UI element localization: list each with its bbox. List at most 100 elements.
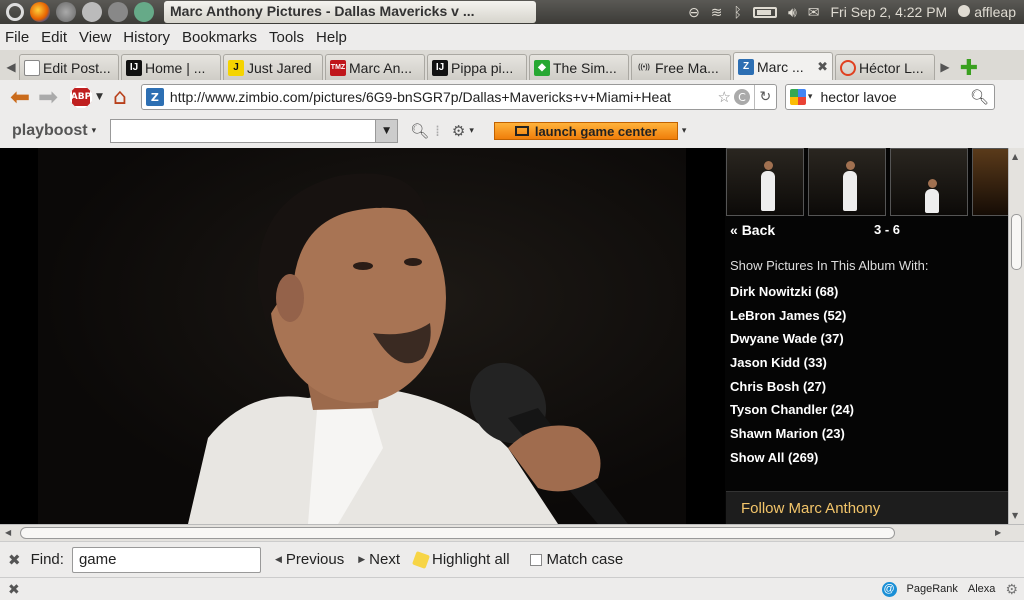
launch-game-center-button[interactable]: launch game center (493, 122, 678, 140)
app-launcher-icon[interactable] (56, 2, 76, 22)
match-case-checkbox[interactable] (529, 553, 542, 566)
sims-icon: ◆ (534, 59, 550, 76)
mail-icon[interactable]: ✉ (808, 4, 820, 21)
status-bar: ✖ @ PageRank Alexa ⚙ (0, 577, 1024, 600)
find-previous-button[interactable]: ◀ Previous (275, 551, 344, 568)
clock[interactable]: Fri Sep 2, 4:22 PM (831, 4, 948, 20)
album-filter-item[interactable]: Shawn Marion (23) (730, 426, 854, 450)
scroll-up-icon[interactable]: ▲ (1012, 152, 1018, 161)
thumbnail[interactable] (972, 148, 1008, 216)
window-title[interactable]: Marc Anthony Pictures - Dallas Mavericks… (164, 1, 536, 23)
tab-edit-post[interactable]: Edit Post... (19, 54, 119, 80)
match-case-label[interactable]: Match case (547, 551, 624, 568)
editor-icon[interactable] (79, 0, 105, 25)
tab-scroll-left-icon[interactable]: ◀ (3, 54, 19, 80)
gear-icon[interactable]: ⚙ (452, 122, 465, 140)
home-icon[interactable]: ⌂ (107, 84, 133, 110)
search-input[interactable]: hector lavoe (820, 89, 969, 105)
album-filter-item[interactable]: Dwyane Wade (37) (730, 331, 854, 355)
tab-home[interactable]: IJ Home | ... (121, 54, 221, 80)
bluetooth-icon[interactable]: ᛒ (734, 4, 742, 20)
scroll-down-icon[interactable]: ▼ (1012, 511, 1018, 520)
close-icon[interactable]: ✖ (817, 59, 828, 75)
back-button[interactable]: ⬅ (6, 83, 34, 111)
volume-icon[interactable]: 🔊︎ (788, 4, 797, 21)
album-filter-item[interactable]: Tyson Chandler (24) (730, 402, 854, 426)
tab-pippa[interactable]: IJ Pippa pi... (427, 54, 527, 80)
scroll-left-icon[interactable]: ◀ (5, 528, 11, 537)
thumbnail[interactable] (890, 148, 968, 216)
menu-view[interactable]: View (79, 29, 111, 46)
search-icon[interactable]: 🔍︎ (970, 88, 989, 106)
chevron-down-icon[interactable]: ▾ (808, 92, 813, 102)
tab-scroll-right-icon[interactable]: ▶ (937, 54, 953, 80)
scrollbar-thumb[interactable] (1011, 214, 1022, 270)
menu-file[interactable]: File (5, 29, 29, 46)
reload-icon[interactable]: ↻ (753, 85, 776, 109)
scrollbar-thumb[interactable] (20, 527, 895, 539)
pagerank-label[interactable]: PageRank (907, 583, 958, 595)
thumbnail[interactable] (726, 148, 804, 216)
follow-link[interactable]: Follow Marc Anthony (726, 491, 1008, 524)
album-filter-item[interactable]: Dirk Nowitzki (68) (730, 284, 854, 308)
adblock-icon[interactable]: ABP (70, 86, 92, 108)
chevron-down-icon[interactable]: ▾ (682, 126, 687, 136)
at-icon[interactable]: @ (881, 581, 897, 597)
tab-label: Edit Post... (43, 59, 111, 76)
firefox-icon[interactable] (30, 2, 50, 22)
close-icon[interactable]: ✖ (8, 581, 20, 598)
battery-icon[interactable] (752, 6, 777, 18)
search-bar[interactable]: ▾ hector lavoe 🔍︎ (784, 84, 995, 110)
google-icon[interactable] (789, 89, 806, 105)
album-filter-item[interactable]: LeBron James (52) (730, 308, 854, 332)
close-icon[interactable]: ✖ (8, 551, 21, 569)
vertical-scrollbar[interactable]: ▲ ▼ (1008, 148, 1024, 524)
url-text[interactable]: http://www.zimbio.com/pictures/6G9-bnSGR… (170, 89, 715, 105)
scroll-right-icon[interactable]: ▶ (995, 528, 1001, 537)
tab-hector[interactable]: Héctor L... (835, 54, 935, 80)
thumbnail[interactable] (808, 148, 886, 216)
playboost-logo[interactable]: playboost (12, 122, 88, 140)
user-menu[interactable]: affleap (958, 4, 1016, 20)
chevron-down-icon[interactable]: ▼ (375, 120, 398, 142)
record-icon[interactable]: ⊖ (688, 4, 700, 21)
tab-just-jared[interactable]: J Just Jared (223, 54, 323, 80)
tab-marc-anthony-tmz[interactable]: TMZ Marc An... (325, 54, 425, 80)
chevron-down-icon[interactable]: ▼ (96, 92, 103, 102)
app-launcher-icon[interactable] (134, 2, 154, 22)
search-icon[interactable]: 🔍︎ (410, 122, 429, 140)
menu-history[interactable]: History (123, 29, 170, 46)
chevron-down-icon[interactable]: ▾ (469, 126, 474, 136)
back-link[interactable]: « Back (730, 222, 775, 238)
find-next-button[interactable]: ▶ Next (358, 551, 400, 568)
settings-app-icon[interactable] (108, 2, 128, 22)
wifi-icon[interactable]: ≋ (711, 4, 723, 21)
new-tab-button[interactable]: ✚ (959, 56, 979, 81)
chevron-down-icon[interactable]: ▾ (92, 126, 97, 136)
menu-edit[interactable]: Edit (41, 29, 67, 46)
tab-the-sims[interactable]: ◆ The Sim... (529, 54, 629, 80)
launch-icon (514, 126, 529, 136)
find-input[interactable]: game (71, 546, 261, 573)
gear-icon[interactable]: ⚙ (1005, 581, 1018, 598)
forward-button[interactable]: ➡ (34, 83, 62, 111)
tab-marc-active[interactable]: Z Marc ... ✖ (733, 52, 833, 80)
menu-bookmarks[interactable]: Bookmarks (182, 29, 257, 46)
url-bar[interactable]: Z http://www.zimbio.com/pictures/6G9-bnS… (140, 84, 777, 110)
star-icon[interactable]: ☆ (717, 88, 730, 106)
menu-help[interactable]: Help (316, 29, 347, 46)
album-filter-item[interactable]: Jason Kidd (33) (730, 355, 854, 379)
page-info-icon[interactable]: C (733, 89, 750, 105)
tab-free-ma[interactable]: ((•)) Free Ma... (631, 54, 731, 80)
horizontal-scrollbar[interactable]: ◀ ▶ (0, 524, 1024, 541)
ubuntu-logo-icon[interactable] (6, 3, 24, 21)
highlight-all-button[interactable]: Highlight all (412, 550, 510, 569)
main-photo[interactable] (38, 148, 686, 524)
jj-icon: J (228, 59, 244, 76)
thumb-figure-icon (925, 189, 939, 213)
album-filter-item[interactable]: Chris Bosh (27) (730, 379, 854, 403)
playboost-search-input[interactable]: ▼ (110, 119, 399, 143)
show-all-link[interactable]: Show All (269) (730, 450, 854, 474)
alexa-label[interactable]: Alexa (968, 583, 996, 595)
menu-tools[interactable]: Tools (269, 29, 304, 46)
